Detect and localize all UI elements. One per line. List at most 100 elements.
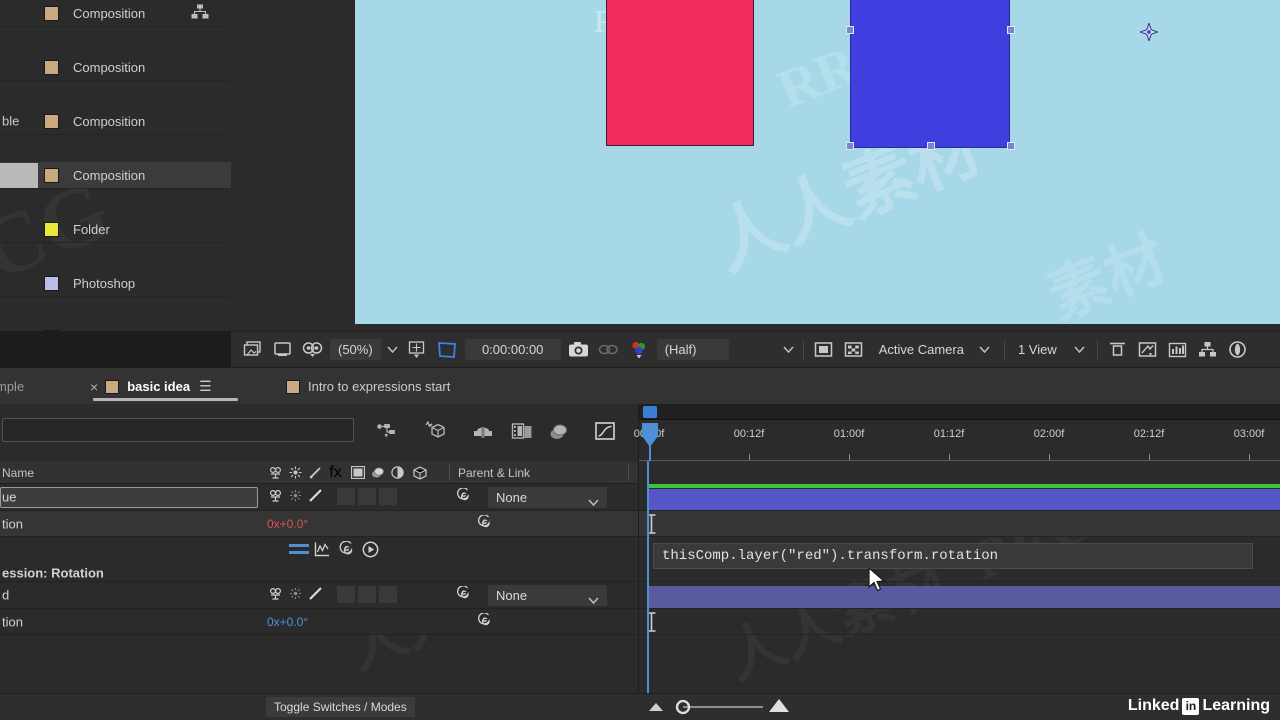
grid-guides-icon[interactable] xyxy=(1105,338,1131,362)
solo-toggle-icon[interactable] xyxy=(288,488,303,503)
playhead-line[interactable] xyxy=(647,461,649,693)
pick-whip-icon[interactable] xyxy=(456,488,471,503)
motion-blur-icon[interactable] xyxy=(370,465,385,480)
audio-toggle-icon[interactable] xyxy=(268,586,283,601)
lock-toggle-icon[interactable] xyxy=(308,586,323,601)
camera-snapshot-icon[interactable] xyxy=(566,338,592,362)
search-input[interactable] xyxy=(2,418,354,442)
tab-truncated[interactable]: mple xyxy=(0,368,32,405)
show-channel-icon[interactable] xyxy=(299,338,325,362)
fx-icon[interactable]: fx xyxy=(328,464,343,481)
switch-cell[interactable] xyxy=(358,488,376,505)
tab-intro-to-expressions-start[interactable]: Intro to expressions start xyxy=(278,368,458,405)
property-value[interactable]: 0x+0.0° xyxy=(267,615,308,629)
resolution-auto-icon[interactable] xyxy=(404,338,430,362)
frame-blending-icon[interactable] xyxy=(509,418,535,444)
property-row-rotation-blue[interactable] xyxy=(639,511,1280,537)
selection-handle[interactable] xyxy=(846,26,854,34)
lock-icon[interactable] xyxy=(308,465,323,480)
project-item-row[interactable]: Composition xyxy=(0,324,231,331)
pick-whip-icon[interactable] xyxy=(477,515,492,530)
time-navigator-handle[interactable] xyxy=(643,406,657,418)
blue-rectangle-shape[interactable] xyxy=(846,0,1158,150)
expression-language-menu-icon[interactable] xyxy=(361,540,379,558)
enable-expression-icon[interactable] xyxy=(289,542,309,556)
solo-toggle-icon[interactable] xyxy=(288,586,303,601)
layer-row[interactable]: d None xyxy=(0,582,638,609)
time-ruler[interactable]: 00:00f00:12f01:00f01:12f02:00f02:12f03:0… xyxy=(634,404,1280,461)
current-time-display[interactable]: 0:00:00:00 xyxy=(464,339,561,360)
collapse-transformations-icon[interactable] xyxy=(390,465,405,480)
chevron-down-icon[interactable] xyxy=(1071,346,1089,353)
layer-name-field[interactable] xyxy=(0,487,258,508)
timeline-curves-icon[interactable] xyxy=(1165,338,1191,362)
layer-bar-row-red[interactable] xyxy=(639,582,1280,609)
switch-cell[interactable] xyxy=(379,488,397,505)
composition-mini-flowchart-icon[interactable] xyxy=(374,418,400,444)
show-snapshot-icon[interactable] xyxy=(269,338,295,362)
property-row[interactable]: tion 0x+0.0° xyxy=(0,609,638,635)
property-value[interactable]: 0x+0.0° xyxy=(267,517,308,531)
region-of-interest-icon[interactable] xyxy=(434,338,460,362)
expression-label-row[interactable]: ession: Rotation xyxy=(0,537,638,582)
chevron-down-icon[interactable] xyxy=(780,346,798,353)
project-item-row[interactable]: Photoshop xyxy=(0,270,231,297)
project-item-row[interactable]: Composition xyxy=(0,54,231,81)
anchor-point-icon[interactable] xyxy=(1140,23,1158,41)
toggle-mask-paths-icon[interactable] xyxy=(811,338,837,362)
reset-exposure-icon[interactable] xyxy=(1225,338,1251,362)
switch-cell[interactable] xyxy=(337,488,355,505)
project-item-row[interactable]: Composition xyxy=(0,0,231,27)
lock-toggle-icon[interactable] xyxy=(308,488,323,503)
close-icon[interactable]: × xyxy=(90,379,98,395)
property-row[interactable]: tion 0x+0.0° xyxy=(0,511,638,537)
switch-cell[interactable] xyxy=(358,586,376,603)
expression-row[interactable]: thisComp.layer("red").transform.rotation xyxy=(639,537,1280,592)
layer-duration-bar[interactable] xyxy=(649,489,1280,510)
motion-blur-icon[interactable] xyxy=(546,418,572,444)
project-item-row[interactable]: Composition xyxy=(0,162,231,189)
playhead-marker[interactable] xyxy=(641,422,659,461)
selection-handle[interactable] xyxy=(846,142,854,150)
pick-whip-icon[interactable] xyxy=(456,586,471,601)
panel-menu-icon[interactable]: ☰ xyxy=(199,378,212,395)
adjustment-layer-icon[interactable] xyxy=(350,465,365,480)
switch-cell[interactable] xyxy=(379,586,397,603)
work-area-bar[interactable] xyxy=(649,484,1280,488)
chevron-down-icon[interactable] xyxy=(588,591,599,609)
hide-shy-layers-icon[interactable] xyxy=(470,418,496,444)
selection-handle[interactable] xyxy=(1007,142,1015,150)
composition-canvas[interactable]: RRCG.CN 人人素材 RRCG 素材 xyxy=(355,0,1280,324)
comp-flowchart-icon[interactable] xyxy=(1195,338,1221,362)
project-item-row[interactable]: Folder xyxy=(0,216,231,243)
property-row-rotation-red[interactable] xyxy=(639,609,1280,635)
layer-row[interactable]: ue None xyxy=(0,484,638,511)
red-rectangle-shape[interactable] xyxy=(606,0,754,146)
resolution-dropdown[interactable]: (Half) xyxy=(656,339,729,360)
zoom-level-dropdown[interactable]: (50%) xyxy=(330,339,381,360)
audio-toggle-icon[interactable] xyxy=(268,488,283,503)
pixel-aspect-correction-icon[interactable] xyxy=(596,338,622,362)
expression-input[interactable]: thisComp.layer("red").transform.rotation xyxy=(653,543,1253,569)
three-d-layer-icon[interactable] xyxy=(412,465,427,480)
layer-bar-row-blue[interactable] xyxy=(639,484,1280,511)
solo-icon[interactable] xyxy=(288,465,303,480)
chevron-down-icon[interactable] xyxy=(384,346,402,353)
graph-editor-icon[interactable] xyxy=(592,418,618,444)
take-snapshot-icon[interactable] xyxy=(239,338,265,362)
transparency-grid-icon[interactable] xyxy=(841,338,867,362)
selection-handle[interactable] xyxy=(927,142,935,150)
project-item-row[interactable]: ble Composition xyxy=(0,108,231,135)
fast-previews-icon[interactable] xyxy=(626,338,652,362)
active-camera-label[interactable]: Active Camera xyxy=(879,342,964,357)
toggle-switches-modes-button[interactable]: Toggle Switches / Modes xyxy=(266,697,415,717)
draft-3d-icon[interactable] xyxy=(422,418,448,444)
audio-icon[interactable] xyxy=(268,465,283,480)
chevron-down-icon[interactable] xyxy=(976,346,994,353)
layer-duration-bar[interactable] xyxy=(649,586,1280,608)
selection-handle[interactable] xyxy=(1007,26,1015,34)
switch-cell[interactable] xyxy=(337,586,355,603)
view-layout-label[interactable]: 1 View xyxy=(1018,342,1057,357)
toggle-mask-visibility-icon[interactable] xyxy=(1135,338,1161,362)
pick-whip-icon[interactable] xyxy=(337,540,355,558)
